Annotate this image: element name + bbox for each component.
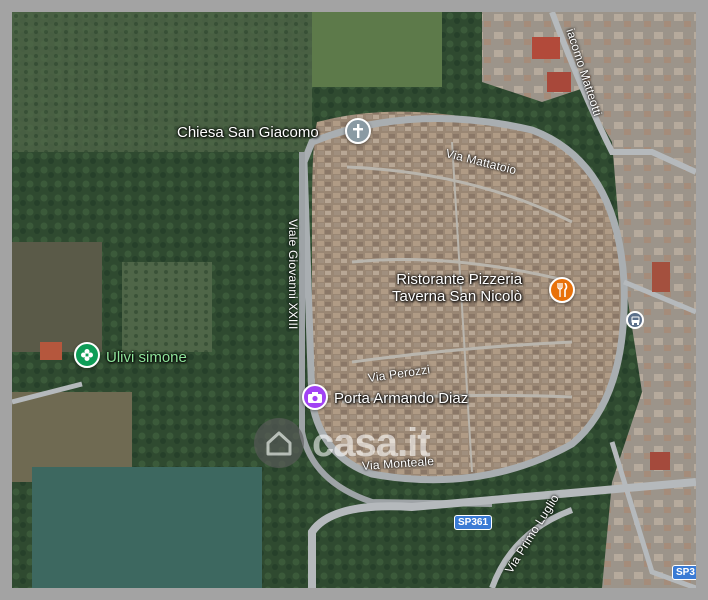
map-view[interactable]: Chiesa San Giacomo Ristorante Pizzeria T… bbox=[12, 12, 696, 588]
flower-icon bbox=[81, 349, 93, 361]
house-logo-icon bbox=[254, 418, 304, 468]
route-shield-sp3: SP3 bbox=[672, 565, 696, 580]
poi-label-porta[interactable]: Porta Armando Diaz bbox=[334, 390, 468, 407]
landmark-poi-pin[interactable] bbox=[302, 384, 328, 410]
route-shield-sp361: SP361 bbox=[454, 515, 493, 530]
poi-label-ristorante[interactable]: Ristorante Pizzeria Taverna San Nicolò bbox=[392, 271, 522, 305]
restaurant-poi-pin[interactable] bbox=[549, 277, 575, 303]
fork-knife-icon bbox=[557, 283, 568, 297]
watermark: casa.it bbox=[254, 418, 431, 468]
screenshot-frame: Chiesa San Giacomo Ristorante Pizzeria T… bbox=[0, 0, 708, 600]
cross-icon bbox=[353, 124, 363, 138]
park-poi-pin[interactable] bbox=[74, 342, 100, 368]
watermark-text: casa.it bbox=[312, 420, 431, 465]
camera-icon bbox=[308, 392, 322, 403]
poi-label-ulivi[interactable]: Ulivi simone bbox=[106, 349, 187, 366]
poi-label-chiesa[interactable]: Chiesa San Giacomo bbox=[177, 124, 319, 141]
bus-stop-icon[interactable] bbox=[626, 311, 644, 329]
church-poi-pin[interactable] bbox=[345, 118, 371, 144]
road-label-giovanni: Viale Giovanni XXIII bbox=[286, 219, 300, 330]
